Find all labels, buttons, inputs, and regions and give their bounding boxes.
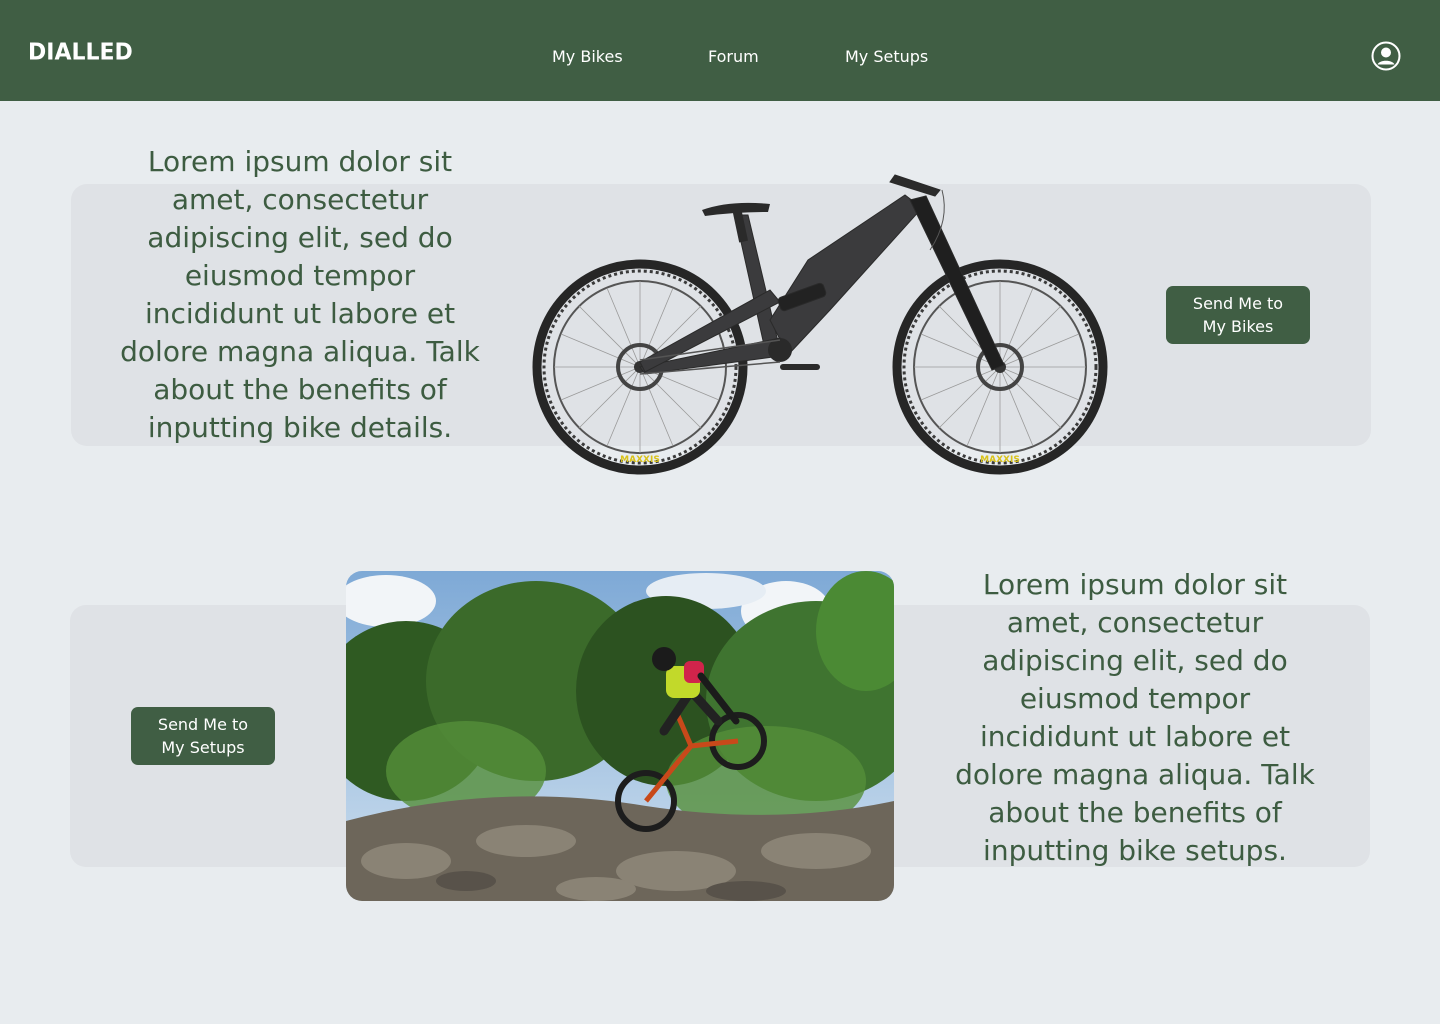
setups-description: Lorem ipsum dolor sit amet, consectetur … bbox=[955, 568, 1315, 867]
nav-my-setups[interactable]: My Setups bbox=[845, 46, 928, 68]
tire-label-front: MAXXIS bbox=[980, 455, 1020, 465]
user-circle-icon[interactable] bbox=[1371, 41, 1401, 71]
send-to-my-bikes-button[interactable]: Send Me to My Bikes bbox=[1166, 286, 1310, 344]
send-to-my-setups-button[interactable]: Send Me to My Setups bbox=[131, 707, 275, 765]
tire-label-rear: MAXXIS bbox=[620, 455, 660, 465]
rider-photo bbox=[346, 571, 894, 901]
nav-my-bikes[interactable]: My Bikes bbox=[552, 46, 623, 68]
top-navbar: DIALLED My Bikes Forum My Setups bbox=[0, 0, 1440, 101]
nav-forum[interactable]: Forum bbox=[708, 46, 759, 68]
bike-image: MAXXIS MAXXIS bbox=[530, 160, 1110, 475]
logo[interactable]: DIALLED bbox=[28, 37, 133, 69]
bikes-description: Lorem ipsum dolor sit amet, consectetur … bbox=[120, 145, 480, 444]
